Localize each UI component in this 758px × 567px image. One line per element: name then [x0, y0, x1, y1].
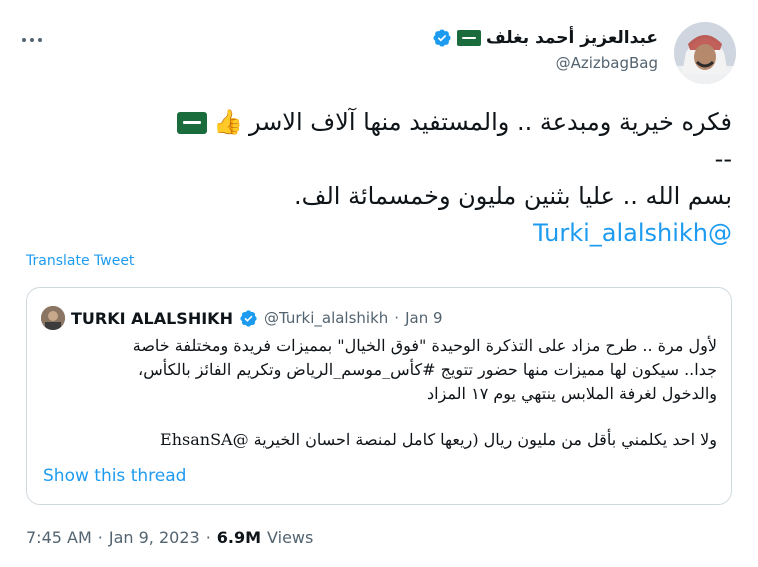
separator-dot: ·	[97, 528, 103, 547]
views-label: Views	[267, 528, 314, 547]
more-icon[interactable]	[22, 36, 44, 44]
author-info: عبدالعزيز أحمد بغلف @AzizbagBag	[432, 28, 658, 72]
quoted-line-2: جدا.. سيكون لها مميزات منها حضور تتويج #…	[138, 360, 717, 379]
quoted-line-1: لأول مرة .. طرح مزاد على التذكرة الوحيدة…	[132, 336, 717, 355]
quoted-line-4: ولا احد يكلمني بأقل من مليون ريال (ريعها…	[160, 430, 717, 449]
thumbs-up-icon: 👍	[213, 108, 243, 136]
saudi-flag-icon	[456, 30, 481, 46]
separator-dot: ·	[394, 309, 400, 327]
quoted-author-name: TURKI ALALSHIKH	[71, 308, 233, 328]
tweet-line-1: فكره خيرية ومبدعة .. والمستفيد منها آلاف…	[248, 108, 732, 136]
quoted-tweet-header: TURKI ALALSHIKH @Turki_alalshikh · Jan 9	[41, 306, 443, 330]
show-thread-link[interactable]: Show this thread	[43, 466, 186, 486]
translate-tweet-link[interactable]: Translate Tweet	[26, 253, 134, 269]
author-avatar[interactable]	[674, 22, 736, 84]
quoted-author-handle: @Turki_alalshikh	[263, 309, 389, 327]
quoted-author-avatar	[41, 306, 65, 330]
tweet-text: فكره خيرية ومبدعة .. والمستفيد منها آلاف…	[22, 104, 732, 252]
tweet-line-2: --	[714, 145, 732, 173]
verified-badge-icon	[433, 29, 451, 47]
separator-dot: ·	[205, 528, 211, 547]
author-handle[interactable]: @AzizbagBag	[432, 54, 658, 72]
quoted-line-3: والدخول لغرفة الملابس ينتهي يوم ١٧ المزا…	[427, 384, 717, 403]
quoted-tweet-date: Jan 9	[405, 309, 443, 327]
mention-link[interactable]: @Turki_alalshikh	[533, 219, 732, 247]
tweet-card: عبدالعزيز أحمد بغلف @AzizbagBag فكره خير…	[0, 0, 758, 567]
verified-badge-icon	[240, 309, 257, 327]
tweet-date[interactable]: Jan 9, 2023	[109, 528, 200, 547]
saudi-flag-icon	[177, 111, 208, 134]
tweet-meta: 7:45 AM · Jan 9, 2023 · 6.9M Views	[26, 528, 313, 547]
quoted-tweet-text: لأول مرة .. طرح مزاد على التذكرة الوحيدة…	[37, 334, 717, 452]
author-display-name[interactable]: عبدالعزيز أحمد بغلف	[486, 28, 658, 48]
tweet-time[interactable]: 7:45 AM	[26, 528, 92, 547]
tweet-line-3: بسم الله .. عليا بثنين مليون وخمسمائة ال…	[294, 182, 732, 210]
views-count: 6.9M	[216, 528, 262, 547]
quoted-tweet[interactable]: TURKI ALALSHIKH @Turki_alalshikh · Jan 9…	[26, 287, 732, 505]
